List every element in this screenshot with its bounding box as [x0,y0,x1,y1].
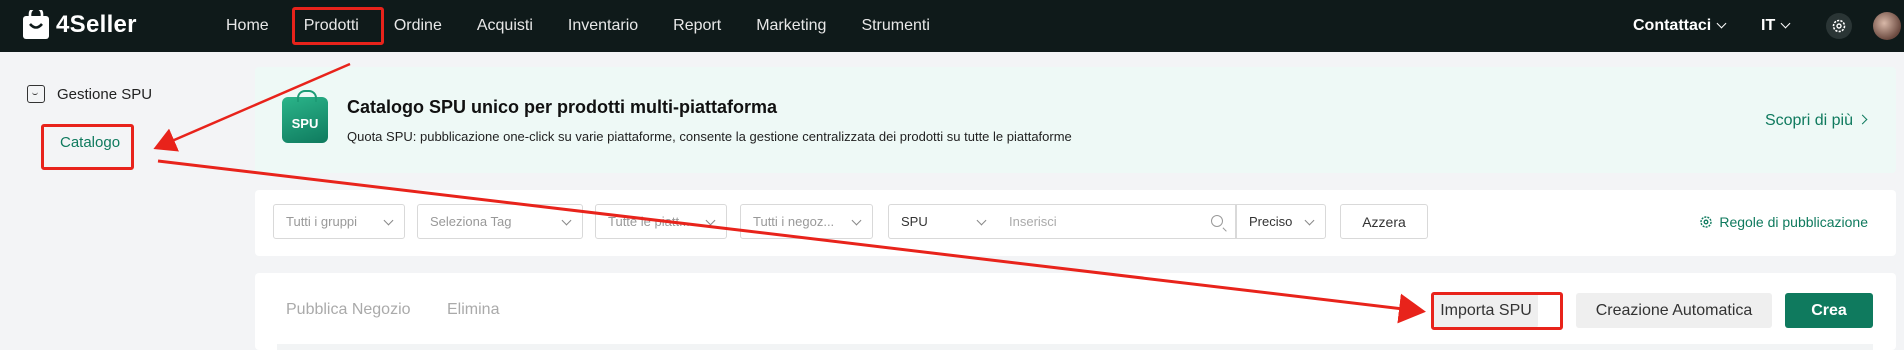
chevron-down-icon [851,215,862,226]
chevron-down-icon [383,215,394,226]
match-mode-select[interactable]: Preciso [1236,204,1326,239]
platform-select-value: Tutte le piatt... [608,214,690,229]
sidebar-section-spu[interactable]: Gestione SPU [27,85,152,103]
gear-icon [1700,216,1713,228]
stores-select[interactable]: Tutti i negoz... [740,204,873,239]
nav-item-prodotti[interactable]: Prodotti [304,17,359,35]
nav-item-strumenti[interactable]: Strumenti [861,17,929,35]
contact-menu[interactable]: Contattaci [1633,17,1727,35]
nav-item-home[interactable]: Home [226,17,269,35]
nav-item-inventario[interactable]: Inventario [568,17,638,35]
search-placeholder: Inserisci [1009,214,1057,229]
search-icon [1211,215,1223,227]
language-label: IT [1761,17,1776,34]
nav-item-marketing[interactable]: Marketing [756,17,826,35]
sidebar-item-catalogo[interactable]: Catalogo [60,134,120,151]
gear-icon [1832,19,1846,33]
reset-button[interactable]: Azzera [1340,204,1428,239]
auto-create-button[interactable]: Creazione Automatica [1576,293,1772,328]
platform-select[interactable]: Tutte le piatt... [595,204,727,239]
publishing-rules-label: Regole di pubblicazione [1719,214,1868,230]
actions-panel: Pubblica Negozio Elimina Importa SPU Cre… [255,273,1896,350]
nav-item-report[interactable]: Report [673,17,721,35]
search-field-value: SPU [901,214,928,229]
import-spu-button[interactable]: Importa SPU [1434,293,1538,328]
logo-text: 4Seller [56,11,137,38]
chevron-right-icon [1857,114,1868,125]
publishing-rules-link[interactable]: Regole di pubblicazione [1699,214,1868,230]
logo-bag-icon [23,10,49,39]
search-input[interactable]: Inserisci [997,204,1236,239]
banner-subtitle: Quota SPU: pubblicazione one-click su va… [347,129,1072,144]
create-button[interactable]: Crea [1785,293,1873,328]
search-field-select[interactable]: SPU [888,204,998,239]
delete-button[interactable]: Elimina [447,301,499,319]
language-selector[interactable]: IT [1761,17,1791,35]
settings-button[interactable] [1826,13,1852,39]
top-navigation-bar: 4Seller Home Prodotti Ordine Acquisti In… [0,0,1904,52]
spu-info-banner: SPU Catalogo SPU unico per prodotti mult… [255,67,1896,173]
publish-store-button[interactable]: Pubblica Negozio [286,301,411,319]
sidebar: Gestione SPU Catalogo [0,52,240,350]
chevron-down-icon [1780,18,1791,29]
learn-more-link[interactable]: Scopri di più [1764,112,1868,130]
filter-bar: Tutti i gruppi Seleziona Tag Tutte le pi… [255,190,1896,256]
groups-select-value: Tutti i gruppi [286,214,358,229]
tag-select[interactable]: Seleziona Tag [417,204,583,239]
spu-badge-icon: SPU [282,90,328,143]
bag-icon [27,85,45,103]
sidebar-section-label: Gestione SPU [57,85,153,103]
main-nav: Home Prodotti Ordine Acquisti Inventario… [226,0,965,52]
stores-select-value: Tutti i negoz... [753,214,835,229]
nav-item-ordine[interactable]: Ordine [394,17,442,35]
app-logo[interactable]: 4Seller [22,10,137,40]
chevron-down-icon [1304,215,1315,226]
contact-label: Contattaci [1633,17,1712,34]
banner-title: Catalogo SPU unico per prodotti multi-pi… [347,97,778,117]
match-mode-value: Preciso [1249,214,1293,229]
chevron-down-icon [1716,18,1727,29]
user-avatar[interactable] [1873,12,1901,40]
nav-item-acquisti[interactable]: Acquisti [477,17,533,35]
tag-select-value: Seleziona Tag [430,214,512,229]
chevron-down-icon [561,215,572,226]
chevron-down-icon [705,215,716,226]
table-header-edge [277,344,1873,350]
chevron-down-icon [976,215,987,226]
learn-more-label: Scopri di più [1764,112,1853,129]
groups-select[interactable]: Tutti i gruppi [273,204,405,239]
